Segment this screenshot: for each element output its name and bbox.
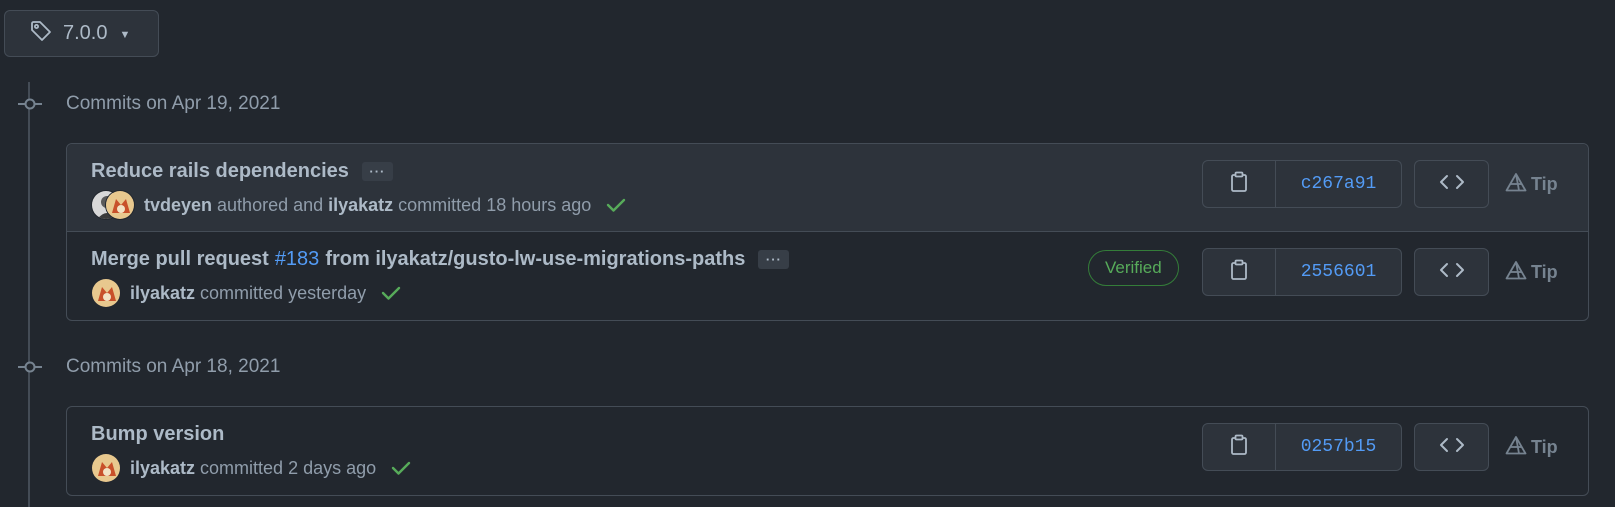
avatar[interactable]: [91, 278, 121, 308]
tip-label: Tip: [1531, 173, 1558, 194]
alert-icon: [1505, 260, 1527, 285]
copy-sha-button[interactable]: [1203, 424, 1276, 470]
commit-title-link[interactable]: Bump version: [91, 423, 224, 446]
browse-repository-button[interactable]: [1414, 423, 1489, 471]
clipboard-icon: [1229, 434, 1249, 461]
commit-group-header: Commits on Apr 19, 2021: [18, 89, 280, 119]
expand-message-button[interactable]: ···: [758, 250, 790, 269]
clipboard-icon: [1229, 171, 1249, 198]
check-icon[interactable]: [381, 285, 401, 301]
avatar[interactable]: [105, 190, 135, 220]
author-link[interactable]: tvdeyen: [144, 195, 212, 216]
expand-message-button[interactable]: ···: [361, 162, 393, 181]
alert-icon: [1505, 172, 1527, 197]
browse-repository-button[interactable]: [1414, 248, 1489, 296]
clipboard-icon: [1229, 259, 1249, 286]
commit-row: Merge pull request #183 from ilyakatz/gu…: [67, 232, 1588, 320]
commit-sha-link[interactable]: c267a91: [1276, 161, 1401, 207]
commit-title-link[interactable]: Reduce rails dependencies: [91, 160, 349, 183]
commit-time: committed 18 hours ago: [398, 194, 592, 215]
tip-label: Tip: [1531, 436, 1558, 457]
tip-link[interactable]: Tip: [1505, 248, 1558, 296]
sha-button-group: c267a91: [1202, 160, 1402, 208]
committer-link[interactable]: ilyakatz: [130, 283, 195, 304]
alert-icon: [1505, 435, 1527, 460]
pull-request-link[interactable]: #183: [275, 248, 320, 271]
check-icon[interactable]: [391, 460, 411, 476]
git-commit-icon: [18, 359, 42, 375]
committer-link[interactable]: ilyakatz: [328, 195, 393, 216]
copy-sha-button[interactable]: [1203, 161, 1276, 207]
avatar[interactable]: [91, 453, 121, 483]
group-date-heading: Commits on Apr 18, 2021: [66, 356, 281, 377]
tip-link[interactable]: Tip: [1505, 160, 1558, 208]
tag-selector-button[interactable]: 7.0.0 ▼: [4, 10, 159, 57]
sha-button-group: 0257b15: [1202, 423, 1402, 471]
commit-group-header: Commits on Apr 18, 2021: [18, 352, 280, 382]
chevron-down-icon: ▼: [119, 29, 131, 41]
verified-badge[interactable]: Verified: [1088, 250, 1179, 286]
tip-link[interactable]: Tip: [1505, 423, 1558, 471]
commit-list: Bump version ilyakatz committed 2 days a…: [66, 406, 1589, 496]
code-icon: [1439, 436, 1465, 459]
code-icon: [1439, 173, 1465, 196]
code-icon: [1439, 261, 1465, 284]
commit-list: Reduce rails dependencies ··· tvdeyen au…: [66, 143, 1589, 321]
timeline-line: [28, 82, 30, 507]
copy-sha-button[interactable]: [1203, 249, 1276, 295]
sha-button-group: 2556601: [1202, 248, 1402, 296]
tag-icon: [29, 19, 53, 49]
commit-sha-link[interactable]: 2556601: [1276, 249, 1401, 295]
git-commit-icon: [18, 96, 42, 112]
browse-repository-button[interactable]: [1414, 160, 1489, 208]
commit-sha-link[interactable]: 0257b15: [1276, 424, 1401, 470]
commit-row: Bump version ilyakatz committed 2 days a…: [67, 407, 1588, 495]
tag-label: 7.0.0: [63, 22, 108, 44]
commit-time: committed 2 days ago: [200, 457, 377, 478]
commit-time: committed yesterday: [200, 282, 367, 303]
tip-label: Tip: [1531, 261, 1558, 282]
check-icon[interactable]: [606, 197, 626, 213]
group-date-heading: Commits on Apr 19, 2021: [66, 93, 281, 114]
commit-title-link[interactable]: Merge pull request: [91, 248, 269, 271]
commit-row: Reduce rails dependencies ··· tvdeyen au…: [67, 144, 1588, 232]
commit-title-link[interactable]: from ilyakatz/gusto-lw-use-migrations-pa…: [325, 248, 745, 271]
authored-text: authored and: [217, 194, 324, 215]
committer-link[interactable]: ilyakatz: [130, 458, 195, 479]
